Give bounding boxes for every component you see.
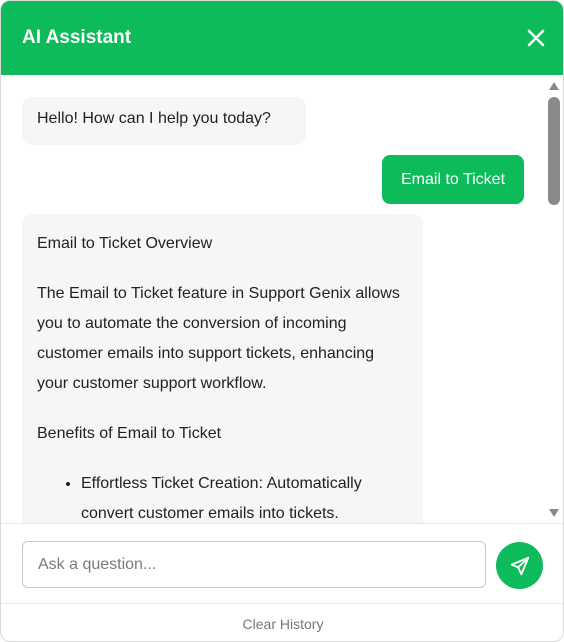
chat-widget: AI Assistant Hello! How can I help you t… (0, 0, 564, 642)
close-button[interactable] (523, 25, 549, 51)
answer-paragraph: The Email to Ticket feature in Support G… (37, 285, 400, 392)
scroll-down-arrow[interactable] (548, 507, 560, 519)
triangle-down-icon (549, 509, 559, 517)
user-message: Email to Ticket (382, 155, 524, 204)
scroll-up-arrow[interactable] (548, 80, 560, 92)
chat-footer: Clear History (1, 603, 563, 641)
send-icon (510, 556, 529, 575)
bot-message-greeting: Hello! How can I help you today? (22, 97, 306, 145)
greeting-text: Hello! How can I help you today? (37, 110, 271, 127)
answer-bullet: Effortless Ticket Creation: Automaticall… (81, 469, 408, 523)
close-icon (527, 29, 545, 47)
scrollbar-thumb[interactable] (548, 97, 560, 205)
triangle-up-icon (549, 82, 559, 90)
composer (1, 523, 563, 603)
user-message-text: Email to Ticket (400, 170, 506, 188)
answer-heading: Email to Ticket Overview (37, 235, 213, 252)
clear-history-link[interactable]: Clear History (243, 616, 324, 632)
chat-title: AI Assistant (22, 27, 132, 48)
answer-subheading: Benefits of Email to Ticket (37, 425, 222, 442)
bot-message-answer: Email to Ticket Overview The Email to Ti… (22, 214, 423, 523)
send-button[interactable] (496, 542, 543, 589)
answer-bullet-list: Effortless Ticket Creation: Automaticall… (81, 469, 408, 523)
question-input[interactable] (22, 541, 486, 588)
chat-header: AI Assistant (1, 1, 563, 75)
messages-scrollbar[interactable] (544, 75, 563, 523)
message-list[interactable]: Hello! How can I help you today? Email t… (1, 75, 563, 523)
